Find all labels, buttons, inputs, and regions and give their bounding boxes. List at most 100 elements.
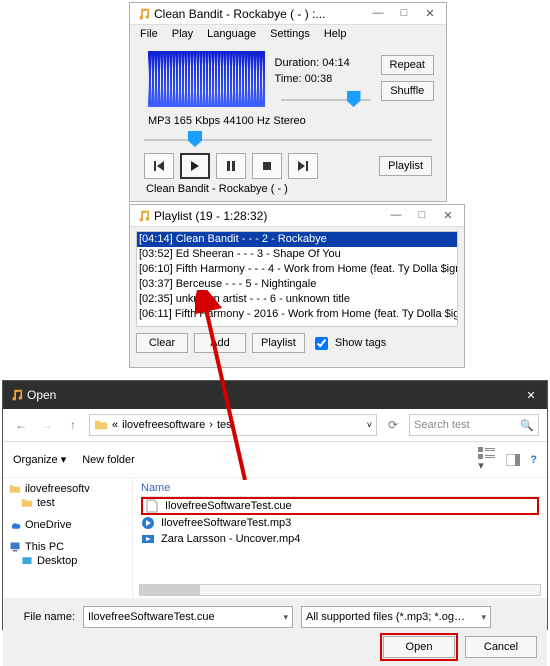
breadcrumb[interactable]: « ilovefreesoftware › test ˅ — [89, 414, 377, 436]
playlist-title: Playlist (19 - 1:28:32) — [154, 209, 390, 223]
help-icon[interactable]: ? — [530, 454, 537, 466]
nav-item[interactable]: ilovefreesoftv — [7, 482, 128, 496]
file-item[interactable]: Zara Larsson - Uncover.mp4 — [141, 531, 539, 547]
crumb-sep: « — [112, 419, 118, 431]
shuffle-button[interactable]: Shuffle — [381, 81, 434, 101]
file-name: IlovefreeSoftwareTest.mp3 — [161, 517, 291, 529]
file-name: IlovefreeSoftwareTest.cue — [165, 500, 292, 512]
nav-item[interactable]: This PC — [7, 540, 128, 554]
filename-value: IlovefreeSoftwareTest.cue — [88, 611, 215, 623]
now-playing-text: Clean Bandit - Rockabye ( - ) — [146, 183, 438, 195]
forward-icon[interactable]: → — [37, 415, 57, 435]
file-icon — [145, 499, 159, 513]
organize-menu[interactable]: Organize ▾ — [13, 453, 66, 466]
nav-pane[interactable]: ilovefreesoftv test OneDrive This PC Des… — [3, 478, 133, 598]
view-icon[interactable]: ▾ — [478, 447, 496, 472]
filetype-filter[interactable]: All supported files (*.mp3; *.og… ▾ — [301, 606, 491, 628]
back-icon[interactable]: ← — [11, 415, 31, 435]
music-icon — [9, 388, 23, 402]
chevron-down-icon[interactable]: ˅ — [367, 420, 372, 430]
audio-info: MP3 165 Kbps 44100 Hz Stereo — [148, 115, 438, 127]
file-pane[interactable]: Name IlovefreeSoftwareTest.cue Ilovefree… — [133, 478, 547, 598]
repeat-button[interactable]: Repeat — [381, 55, 434, 75]
crumb-1[interactable]: ilovefreesoftware — [122, 419, 205, 431]
playlist-row-selected[interactable]: [04:14] Clean Bandit - - - 2 - Rockabye — [137, 232, 457, 247]
search-placeholder: Search test — [414, 419, 470, 431]
folder-icon — [94, 418, 108, 432]
play-button[interactable] — [180, 153, 210, 179]
chevron-down-icon[interactable]: ▾ — [481, 612, 486, 623]
minimize-icon[interactable]: — — [390, 209, 402, 222]
chevron-down-icon[interactable]: ▾ — [283, 612, 288, 623]
player-titlebar: Clean Bandit - Rockabye ( - ) :... — □ ✕ — [130, 3, 446, 25]
menu-play[interactable]: Play — [172, 28, 193, 40]
seek-slider[interactable] — [144, 131, 432, 149]
show-tags-checkbox[interactable]: Show tags — [311, 334, 386, 353]
nav-item[interactable]: test — [7, 496, 128, 510]
close-icon[interactable]: ✕ — [424, 7, 436, 20]
close-icon[interactable]: ✕ — [442, 209, 454, 222]
playlist-row[interactable]: [03:52] Ed Sheeran - - - 3 - Shape Of Yo… — [137, 247, 457, 262]
stop-button[interactable] — [252, 153, 282, 179]
up-icon[interactable]: ↑ — [63, 415, 83, 435]
horizontal-scrollbar[interactable] — [139, 584, 541, 596]
menu-help[interactable]: Help — [324, 28, 347, 40]
playlist-button[interactable]: Playlist — [379, 156, 432, 176]
menu-settings[interactable]: Settings — [270, 28, 310, 40]
file-name: Zara Larsson - Uncover.mp4 — [161, 533, 300, 545]
crumb-2[interactable]: test — [217, 419, 235, 431]
minimize-icon[interactable]: — — [372, 7, 384, 20]
open-dialog: Open ✕ ← → ↑ « ilovefreesoftware › test … — [2, 380, 548, 630]
pause-button[interactable] — [216, 153, 246, 179]
playlist-window: Playlist (19 - 1:28:32) — □ ✕ [04:14] Cl… — [129, 204, 465, 368]
filter-value: All supported files (*.mp3; *.og… — [306, 611, 465, 623]
playlist-row[interactable]: [06:11] Fifth Harmony - 2016 - Work from… — [137, 307, 457, 322]
open-titlebar: Open ✕ — [3, 381, 547, 409]
playlist-row[interactable]: [02:35] unknown artist - - - 6 - unknown… — [137, 292, 457, 307]
player-window: Clean Bandit - Rockabye ( - ) :... — □ ✕… — [129, 2, 447, 202]
maximize-icon[interactable]: □ — [416, 209, 428, 222]
column-header-name[interactable]: Name — [141, 480, 539, 497]
open-button[interactable]: Open — [383, 636, 455, 658]
playlist-list[interactable]: [04:14] Clean Bandit - - - 2 - Rockabye … — [136, 231, 458, 327]
preview-pane-icon[interactable] — [506, 454, 520, 466]
waveform-display — [148, 51, 265, 107]
video-file-icon — [141, 532, 155, 546]
file-item-highlighted[interactable]: IlovefreeSoftwareTest.cue — [141, 497, 539, 515]
playlist-titlebar: Playlist (19 - 1:28:32) — □ ✕ — [130, 205, 464, 227]
maximize-icon[interactable]: □ — [398, 7, 410, 20]
filename-input[interactable]: IlovefreeSoftwareTest.cue ▾ — [83, 606, 293, 628]
prev-button[interactable] — [144, 153, 174, 179]
search-input[interactable]: Search test 🔍 — [409, 414, 539, 436]
menu-language[interactable]: Language — [207, 28, 256, 40]
music-icon — [136, 7, 150, 21]
next-button[interactable] — [288, 153, 318, 179]
music-icon — [136, 209, 150, 223]
cancel-button[interactable]: Cancel — [465, 636, 537, 658]
open-title: Open — [27, 388, 525, 402]
playlist-menu-button[interactable]: Playlist — [252, 333, 305, 353]
new-folder-button[interactable]: New folder — [82, 454, 135, 466]
refresh-icon[interactable]: ⟳ — [383, 415, 403, 435]
open-toolbar: Organize ▾ New folder ▾ ? — [3, 442, 547, 478]
player-menubar: File Play Language Settings Help — [130, 25, 446, 43]
menu-file[interactable]: File — [140, 28, 158, 40]
audio-file-icon — [141, 516, 155, 530]
chevron-right-icon: › — [209, 419, 213, 431]
show-tags-input[interactable] — [315, 337, 328, 350]
search-icon: 🔍 — [520, 419, 534, 432]
file-item[interactable]: IlovefreeSoftwareTest.mp3 — [141, 515, 539, 531]
nav-item[interactable]: Desktop — [7, 554, 128, 568]
playlist-row[interactable]: [03:37] Berceuse - - - 5 - Nightingale — [137, 277, 457, 292]
clear-button[interactable]: Clear — [136, 333, 188, 353]
duration-text: Duration: 04:14 — [275, 55, 377, 71]
time-text: Time: 00:38 — [275, 71, 377, 87]
filename-label: File name: — [13, 611, 75, 623]
volume-slider[interactable] — [281, 91, 371, 109]
nav-item[interactable]: OneDrive — [7, 518, 128, 532]
close-icon[interactable]: ✕ — [525, 389, 537, 402]
address-bar-row: ← → ↑ « ilovefreesoftware › test ˅ ⟳ Sea… — [3, 409, 547, 442]
show-tags-label: Show tags — [335, 337, 386, 349]
playlist-row[interactable]: [06:10] Fifth Harmony - - - 4 - Work fro… — [137, 262, 457, 277]
add-button[interactable]: Add — [194, 333, 246, 353]
